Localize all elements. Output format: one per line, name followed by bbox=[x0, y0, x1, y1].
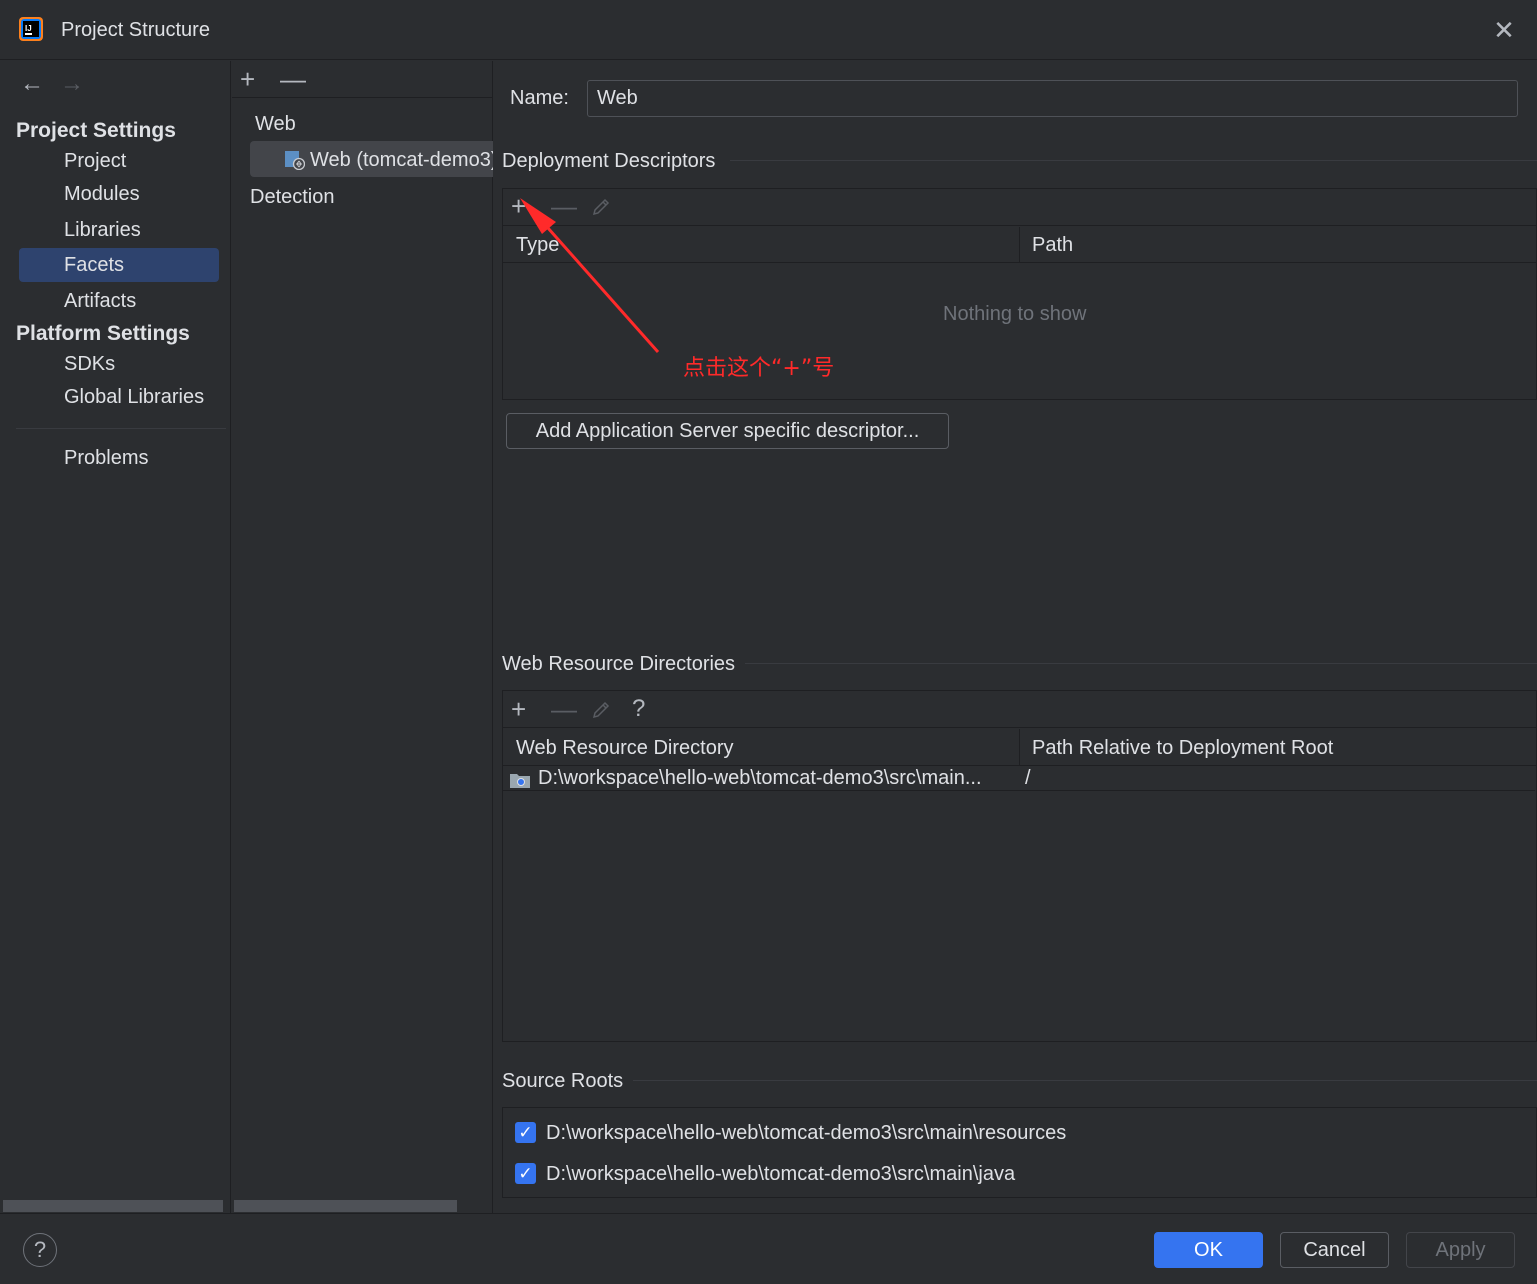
web-facet-icon bbox=[285, 150, 306, 171]
name-label: Name: bbox=[510, 87, 569, 109]
tree-group-web[interactable]: Web bbox=[255, 113, 296, 136]
relative-path-cell: / bbox=[1025, 767, 1031, 789]
source-root-checkbox[interactable]: ✓ bbox=[515, 1163, 536, 1184]
window-title: Project Structure bbox=[61, 19, 210, 41]
divider bbox=[16, 428, 226, 429]
remove-web-resource-button[interactable]: — bbox=[551, 696, 577, 722]
sidebar-item-facets[interactable]: Facets bbox=[19, 248, 219, 282]
source-root-checkbox[interactable]: ✓ bbox=[515, 1122, 536, 1143]
edit-web-resource-icon[interactable] bbox=[590, 699, 612, 727]
tree-item-detection[interactable]: Detection bbox=[250, 186, 335, 209]
annotation-text: 点击这个“+”号 bbox=[683, 356, 835, 381]
divider bbox=[745, 663, 1537, 664]
remove-facet-button[interactable]: — bbox=[280, 66, 306, 92]
help-button[interactable]: ? bbox=[23, 1233, 57, 1267]
sidebar-item-project[interactable]: Project bbox=[19, 144, 219, 178]
cancel-button[interactable]: Cancel bbox=[1280, 1232, 1389, 1268]
horizontal-scrollbar[interactable] bbox=[234, 1200, 457, 1212]
web-resource-directories-title: Web Resource Directories bbox=[502, 653, 746, 676]
help-icon[interactable]: ? bbox=[632, 697, 645, 721]
forward-arrow-icon[interactable]: → bbox=[60, 70, 84, 98]
facets-toolbar bbox=[232, 61, 493, 98]
divider bbox=[730, 160, 1537, 161]
horizontal-scrollbar[interactable] bbox=[3, 1200, 223, 1212]
add-web-resource-button[interactable]: + bbox=[511, 696, 526, 722]
sidebar-item-sdks[interactable]: SDKs bbox=[19, 347, 219, 381]
tree-item-web-facet-label: Web (tomcat-demo3) bbox=[310, 149, 493, 171]
add-facet-button[interactable]: + bbox=[240, 66, 255, 92]
section-project-settings: Project Settings bbox=[16, 119, 176, 142]
intellij-logo-icon: IJ bbox=[18, 16, 44, 42]
sidebar-item-modules[interactable]: Modules bbox=[19, 177, 219, 211]
sidebar-item-libraries[interactable]: Libraries bbox=[19, 213, 219, 247]
source-root-path: D:\workspace\hello-web\tomcat-demo3\src\… bbox=[546, 1122, 1067, 1144]
sidebar-item-global-libraries[interactable]: Global Libraries bbox=[19, 380, 219, 414]
column-header-web-resource-directory[interactable]: Web Resource Directory bbox=[516, 737, 733, 760]
svg-text:IJ: IJ bbox=[25, 24, 32, 33]
web-resource-toolbar bbox=[503, 691, 1536, 728]
close-icon[interactable]: ✕ bbox=[1490, 16, 1518, 44]
sidebar-item-problems[interactable]: Problems bbox=[19, 441, 219, 475]
add-server-descriptor-button[interactable]: Add Application Server specific descript… bbox=[506, 413, 949, 449]
empty-state-text: Nothing to show bbox=[943, 303, 1087, 325]
annotation-arrow-icon bbox=[520, 198, 660, 353]
ok-button[interactable]: OK bbox=[1154, 1232, 1263, 1268]
column-separator bbox=[1019, 227, 1020, 263]
deployment-descriptors-title: Deployment Descriptors bbox=[502, 150, 726, 173]
source-root-path: D:\workspace\hello-web\tomcat-demo3\src\… bbox=[546, 1163, 1016, 1185]
section-platform-settings: Platform Settings bbox=[16, 322, 190, 345]
facets-tree-panel bbox=[232, 61, 493, 1213]
column-header-path[interactable]: Path bbox=[1032, 234, 1073, 257]
sidebar-item-artifacts[interactable]: Artifacts bbox=[19, 284, 219, 318]
back-arrow-icon[interactable]: ← bbox=[20, 70, 44, 98]
web-resource-directory-cell: D:\workspace\hello-web\tomcat-demo3\src\… bbox=[538, 767, 982, 789]
name-field[interactable] bbox=[587, 80, 1518, 117]
column-separator bbox=[1019, 729, 1020, 766]
title-bar bbox=[0, 0, 1537, 60]
divider bbox=[630, 1080, 1537, 1081]
source-roots-title: Source Roots bbox=[502, 1070, 634, 1093]
apply-button[interactable]: Apply bbox=[1406, 1232, 1515, 1268]
web-folder-icon bbox=[510, 771, 530, 788]
column-header-relative-path[interactable]: Path Relative to Deployment Root bbox=[1032, 737, 1333, 760]
